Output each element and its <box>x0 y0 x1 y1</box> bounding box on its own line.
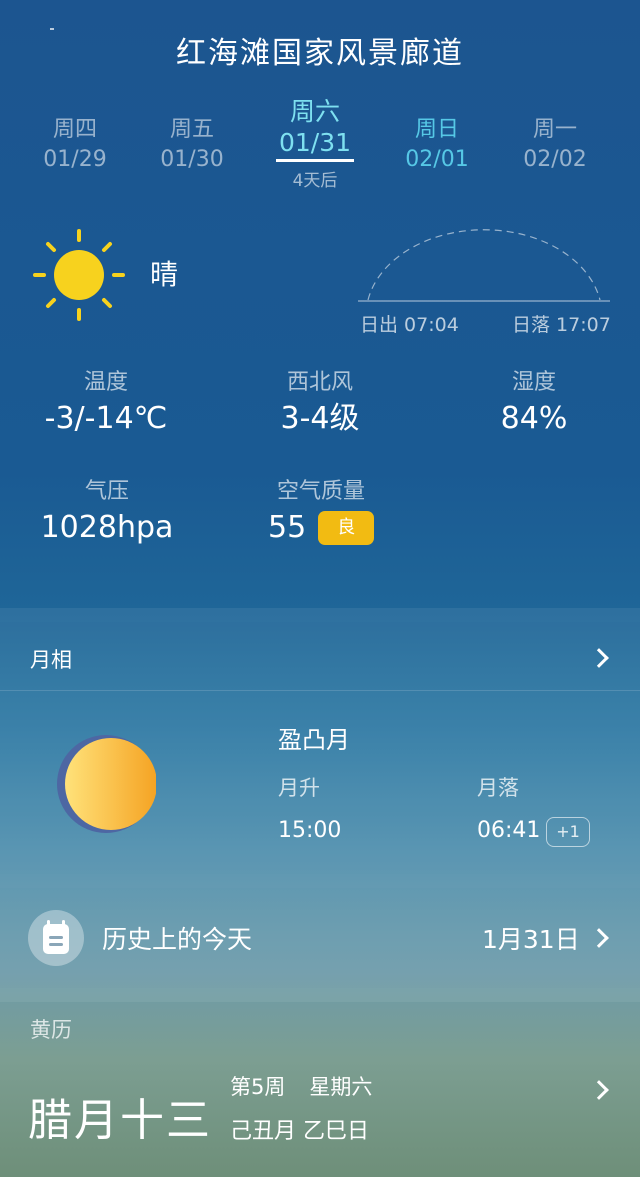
pressure-stat: 气压 1028hpa <box>36 476 178 548</box>
day-tab-sun[interactable]: 周日 02/01 <box>382 114 492 174</box>
weather-app: 红海滩国家风景廊道 周四 01/29 周五 01/30 周六 01/31 4天后… <box>0 0 640 1177</box>
temperature-stat: 温度 -3/-14℃ <box>30 367 182 439</box>
air-quality-label: 空气质量 <box>276 479 365 504</box>
air-quality-badge: 良 <box>318 511 375 545</box>
wind-label: 西北风 <box>286 370 353 395</box>
almanac-section-title: 黄历 <box>30 1018 72 1042</box>
day-tab-fri[interactable]: 周五 01/30 <box>137 114 247 174</box>
moon-phase-icon <box>57 735 156 833</box>
pressure-label: 气压 <box>84 479 129 504</box>
sun-arc <box>358 229 610 302</box>
day-date: 01/30 <box>160 147 224 172</box>
humidity-label: 湿度 <box>511 370 556 395</box>
day-date: 02/02 <box>523 147 587 172</box>
moonrise-time: 15:00 <box>278 818 342 843</box>
air-quality-row: 55 良 <box>262 508 380 548</box>
week-number: 第5周 <box>230 1075 286 1099</box>
humidity-value: 84% <box>500 401 568 436</box>
section-separator <box>0 608 640 622</box>
section-separator <box>0 988 640 1002</box>
temperature-label: 温度 <box>83 370 128 395</box>
day-tab-sat[interactable]: 周六 01/31 4天后 <box>260 96 370 191</box>
day-date: 01/29 <box>43 147 107 172</box>
day-selector: 周四 01/29 周五 01/30 周六 01/31 4天后 周日 02/01 … <box>0 96 640 196</box>
air-quality-stat[interactable]: 空气质量 55 良 <box>262 476 380 548</box>
divider <box>0 690 640 691</box>
wind-value: 3-4级 <box>280 401 360 436</box>
wind-stat: 西北风 3-4级 <box>240 367 400 439</box>
day-tab-mon[interactable]: 周一 02/02 <box>500 114 610 174</box>
weekday-name: 星期六 <box>309 1075 373 1099</box>
week-info: 第5周 星期六 <box>230 1071 372 1101</box>
pressure-value: 1028hpa <box>40 510 174 545</box>
day-weekday: 周日 <box>414 117 459 142</box>
page-title: 红海滩国家风景廊道 <box>176 36 464 71</box>
almanac-chevron-icon[interactable] <box>589 1080 609 1100</box>
sun-icon <box>33 229 125 321</box>
air-quality-value: 55 <box>268 510 307 545</box>
day-countdown: 4天后 <box>292 171 338 191</box>
day-weekday: 周一 <box>532 117 577 142</box>
moon-section-title: 月相 <box>30 648 72 672</box>
sunrise-time: 日出 07:04 <box>360 314 459 336</box>
section-separator <box>0 874 640 888</box>
ganzhi-text: 己丑月 乙巳日 <box>230 1119 369 1144</box>
day-weekday: 周五 <box>169 117 214 142</box>
lunar-date: 腊月十三 <box>28 1095 212 1146</box>
temperature-value: -3/-14℃ <box>44 401 168 436</box>
moon-phase-name: 盈凸月 <box>278 726 350 754</box>
moonset-time: 06:41 <box>477 818 541 843</box>
moonrise-label: 月升 <box>278 776 320 800</box>
humidity-stat: 湿度 84% <box>474 367 594 439</box>
moonset-label: 月落 <box>477 776 519 800</box>
moonset-next-day-badge: +1 <box>546 817 590 847</box>
day-date: 02/01 <box>405 147 469 172</box>
day-weekday: 周四 <box>52 117 97 142</box>
calendar-icon <box>28 910 84 966</box>
history-title: 历史上的今天 <box>102 925 253 954</box>
day-tab-thu[interactable]: 周四 01/29 <box>20 114 130 174</box>
weather-condition: 晴 <box>150 258 179 291</box>
history-date: 1月31日 <box>482 925 580 954</box>
day-weekday: 周六 <box>289 97 340 126</box>
sunset-time: 日落 17:07 <box>512 314 611 336</box>
day-date: 01/31 <box>276 128 354 162</box>
